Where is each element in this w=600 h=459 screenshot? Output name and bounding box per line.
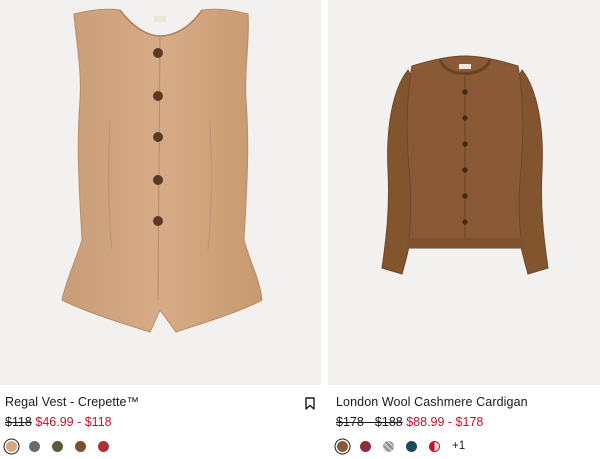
color-swatches [0,439,321,453]
product-image-london-cardigan[interactable] [328,0,600,385]
color-swatch[interactable] [406,440,417,452]
vest-illustration [61,8,263,333]
color-swatch[interactable] [383,440,394,452]
color-swatch[interactable] [52,440,63,452]
cardigan-illustration [381,55,549,275]
more-colors-count[interactable]: +1 [452,439,465,453]
color-swatch[interactable] [337,440,348,452]
product-name[interactable]: London Wool Cashmere Cardigan [328,394,600,410]
color-swatch[interactable] [360,440,371,452]
product-price: $178 - $188 $88.99 - $178 [328,414,600,430]
original-price: $178 - $188 [336,415,403,429]
original-price: $118 [5,415,32,429]
color-swatch[interactable] [75,440,86,452]
sale-price: $88.99 - $178 [406,415,484,429]
product-name[interactable]: Regal Vest - Crepette™ [0,394,321,410]
sale-price: $46.99 - $118 [35,415,112,429]
product-image-regal-vest[interactable] [0,0,321,385]
color-swatch[interactable] [429,440,440,452]
color-swatch[interactable] [6,440,17,452]
product-card-london-cardigan[interactable]: London Wool Cashmere Cardigan $178 - $18… [328,0,600,453]
product-card-regal-vest[interactable]: Regal Vest - Crepette™ $118 $46.99 - $11… [0,0,321,453]
product-grid: Regal Vest - Crepette™ $118 $46.99 - $11… [0,0,600,459]
color-swatches: +1 [328,439,600,453]
color-swatch[interactable] [29,440,40,452]
color-swatch[interactable] [98,440,109,452]
product-price: $118 $46.99 - $118 [0,414,321,430]
bookmark-icon[interactable] [305,397,315,410]
